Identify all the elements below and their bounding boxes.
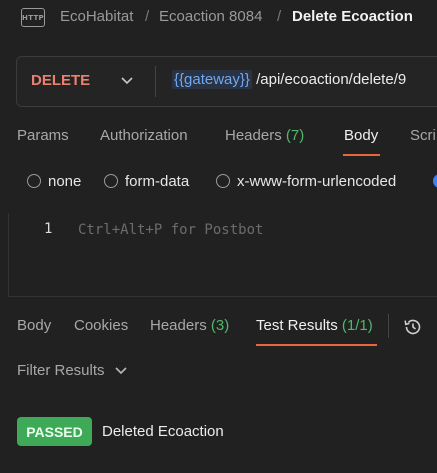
breadcrumb-request-name[interactable]: Delete Ecoaction [292,8,413,25]
chevron-down-icon[interactable] [114,365,128,377]
response-tabs-divider [388,314,389,338]
tab-headers-count: (7) [285,127,305,144]
test-status-label: PASSED [26,423,83,440]
url-path: /api/ecoaction/delete/9 [256,71,407,88]
tab-scripts[interactable]: Scri [410,127,436,144]
response-headers-label: Headers [150,317,207,334]
radio-form-data-label[interactable]: form-data [125,173,189,190]
http-request-icon: HTTP [21,8,45,27]
radio-form-data[interactable] [104,174,118,188]
test-results-label: Test Results [256,317,338,334]
radio-urlencoded[interactable] [216,174,230,188]
http-method-select[interactable]: DELETE [31,72,90,89]
response-tab-test-results[interactable]: Test Results (1/1) [256,317,373,334]
http-icon-label: HTTP [22,13,44,22]
response-tab-cookies[interactable]: Cookies [74,317,128,334]
radio-none-label[interactable]: none [48,173,81,190]
line-number: 1 [44,221,53,237]
test-status-badge: PASSED [17,417,92,446]
chevron-down-icon[interactable] [120,75,134,87]
method-divider [155,66,156,97]
url-input[interactable]: {{gateway}} /api/ecoaction/delete/9 [172,70,407,89]
response-tab-body[interactable]: Body [17,317,51,334]
radio-urlencoded-label[interactable]: x-www-form-urlencoded [237,173,396,190]
tab-headers[interactable]: Headers (7) [225,127,304,144]
active-response-tab-indicator [256,344,377,346]
filter-results-dropdown[interactable]: Filter Results [17,362,105,379]
editor-border [8,296,437,297]
breadcrumb-collection[interactable]: EcoHabitat [60,8,133,25]
test-results-count: (1/1) [341,317,373,334]
response-tab-headers[interactable]: Headers (3) [150,317,229,334]
tab-headers-label: Headers [225,127,282,144]
breadcrumb-separator: / [277,8,282,25]
breadcrumb-folder[interactable]: Ecoaction 8084 [159,8,262,25]
history-icon[interactable] [402,316,424,338]
url-variable: {{gateway}} [172,70,252,89]
radio-raw-selected[interactable] [433,174,437,188]
editor-border [8,213,9,297]
radio-none[interactable] [27,174,41,188]
breadcrumb-separator: / [145,8,150,25]
tab-body[interactable]: Body [344,127,378,144]
active-tab-indicator [343,154,380,156]
tab-params[interactable]: Params [17,127,69,144]
tab-authorization[interactable]: Authorization [100,127,188,144]
response-headers-count: (3) [210,317,230,334]
test-result-name: Deleted Ecoaction [102,423,224,440]
editor-placeholder[interactable]: Ctrl+Alt+P for Postbot [78,222,263,238]
